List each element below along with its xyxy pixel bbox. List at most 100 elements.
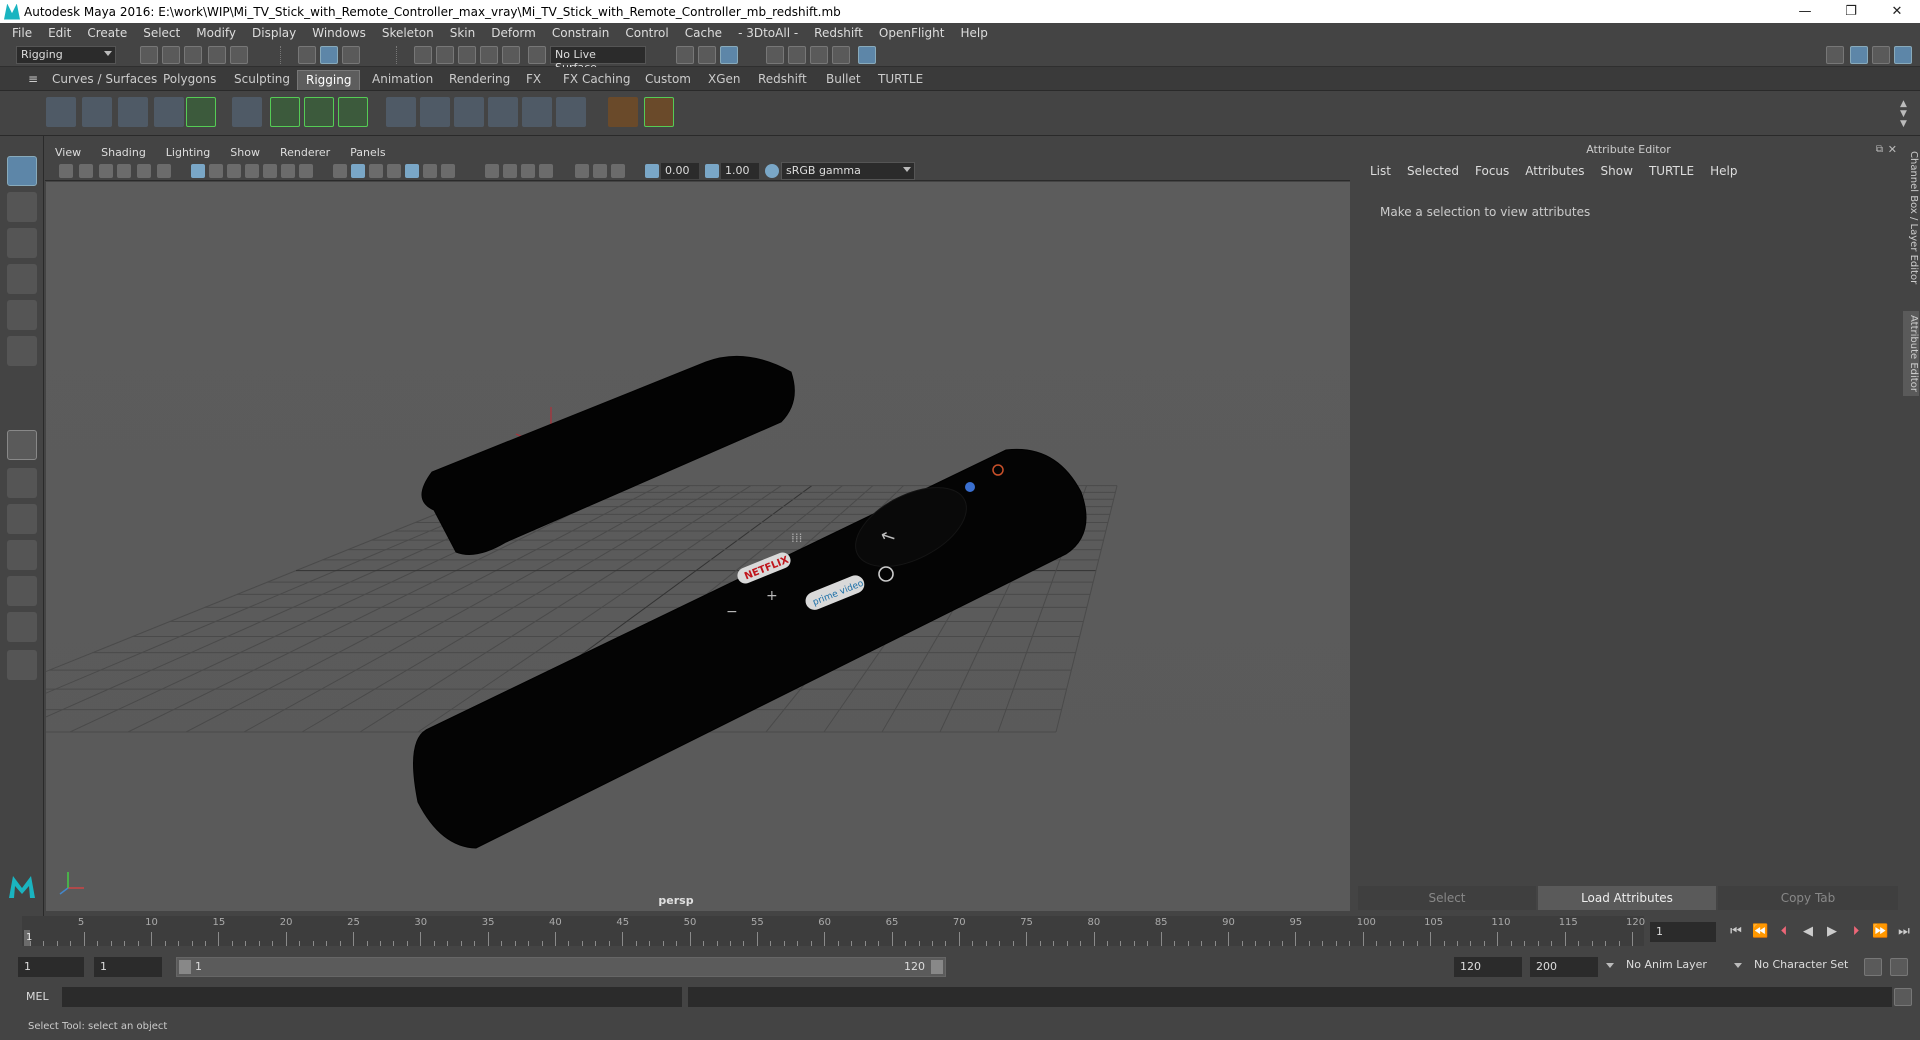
snap-point-icon[interactable]	[458, 46, 476, 64]
locator-icon[interactable]	[232, 97, 262, 127]
isolate-select-icon[interactable]	[539, 164, 553, 178]
close-button[interactable]: ✕	[1874, 0, 1920, 23]
go-to-start-icon[interactable]: ⏮	[1728, 924, 1744, 940]
lattice-icon[interactable]	[304, 97, 334, 127]
joint-tool-icon[interactable]	[46, 97, 76, 127]
lasso-tool-icon[interactable]	[7, 192, 37, 222]
command-language-label[interactable]: MEL	[26, 990, 49, 1003]
playback-start-field[interactable]: 1	[94, 957, 162, 977]
ik-handle-icon[interactable]	[82, 97, 112, 127]
step-forward-key-icon[interactable]: ⏵	[1848, 924, 1864, 940]
save-scene-icon[interactable]	[184, 46, 202, 64]
viewport-menu-view[interactable]: View	[45, 146, 91, 159]
ik-spline-icon[interactable]	[118, 97, 148, 127]
minimize-button[interactable]: —	[1782, 0, 1828, 23]
animation-start-field[interactable]: 1	[18, 957, 84, 977]
gamma-icon[interactable]	[705, 164, 719, 178]
screen-space-ao-icon[interactable]	[441, 164, 455, 178]
color-management-icon[interactable]	[765, 164, 779, 178]
menu-cache[interactable]: Cache	[677, 26, 730, 40]
motion-blur-icon[interactable]	[485, 164, 499, 178]
tab-xgen[interactable]: XGen	[700, 70, 749, 90]
menu-openflight[interactable]: OpenFlight	[871, 26, 953, 40]
load-attributes-button[interactable]: Load Attributes	[1538, 886, 1716, 910]
snap-view-plane-icon[interactable]	[480, 46, 498, 64]
attr-menu-list[interactable]: List	[1362, 164, 1399, 178]
menu-edit[interactable]: Edit	[40, 26, 79, 40]
safe-title-icon[interactable]	[299, 164, 313, 178]
ipr-render-icon[interactable]	[810, 46, 828, 64]
use-all-lights-icon[interactable]	[405, 164, 419, 178]
close-panel-icon[interactable]: ✕	[1888, 143, 1897, 156]
render-settings-icon[interactable]	[832, 46, 850, 64]
four-view-layout-icon[interactable]	[7, 468, 37, 498]
step-back-key-icon[interactable]: ⏴	[1776, 924, 1792, 940]
copy-weights-icon[interactable]	[522, 97, 552, 127]
resolution-gate-icon[interactable]	[227, 164, 241, 178]
menuset-dropdown[interactable]: Rigging	[16, 46, 116, 64]
single-perspective-layout-icon[interactable]	[7, 430, 37, 460]
tab-sculpting[interactable]: Sculpting	[226, 70, 298, 90]
move-tool-icon[interactable]	[7, 264, 37, 294]
render-view-icon[interactable]	[766, 46, 784, 64]
channel-box-side-tab[interactable]: Channel Box / Layer Editor	[1903, 151, 1919, 284]
menu-select[interactable]: Select	[135, 26, 188, 40]
gamma-field[interactable]: 1.00	[721, 163, 759, 179]
film-gate-icon[interactable]	[209, 164, 223, 178]
select-object-icon[interactable]	[320, 46, 338, 64]
xray-joints-icon[interactable]	[611, 164, 625, 178]
attr-menu-help[interactable]: Help	[1702, 164, 1745, 178]
xray-active-icon[interactable]	[593, 164, 607, 178]
attr-menu-focus[interactable]: Focus	[1467, 164, 1517, 178]
play-forwards-icon[interactable]: ▶	[1824, 924, 1840, 940]
tab-turtle[interactable]: TURTLE	[870, 70, 931, 90]
persp-outliner-layout-icon[interactable]	[7, 504, 37, 534]
attr-menu-selected[interactable]: Selected	[1399, 164, 1467, 178]
attr-menu-attributes[interactable]: Attributes	[1517, 164, 1592, 178]
range-slider[interactable]: 1 120	[176, 957, 946, 977]
snap-surface-icon[interactable]	[502, 46, 520, 64]
menu-windows[interactable]: Windows	[304, 26, 374, 40]
safe-action-icon[interactable]	[281, 164, 295, 178]
bookmark-icon[interactable]	[99, 164, 113, 178]
input-ops-icon[interactable]	[676, 46, 694, 64]
attribute-editor-toggle-icon[interactable]	[1850, 46, 1868, 64]
grease-pencil-icon[interactable]	[157, 164, 171, 178]
wireframe-icon[interactable]	[333, 164, 347, 178]
select-tool-icon[interactable]	[7, 156, 37, 186]
field-chart-icon[interactable]	[263, 164, 277, 178]
scale-tool-icon[interactable]	[7, 336, 37, 366]
persp-graph-layout-icon[interactable]	[7, 540, 37, 570]
modeling-toolkit-icon[interactable]	[1826, 46, 1844, 64]
tab-curves-surfaces[interactable]: Curves / Surfaces	[44, 70, 165, 90]
cluster-icon[interactable]	[270, 97, 300, 127]
animation-end-field[interactable]: 200	[1530, 957, 1598, 977]
menu-skin[interactable]: Skin	[442, 26, 484, 40]
bind-skin-icon[interactable]	[386, 97, 416, 127]
tab-polygons[interactable]: Polygons	[155, 70, 224, 90]
wrap-icon[interactable]	[338, 97, 368, 127]
select-component-icon[interactable]	[342, 46, 360, 64]
point-constraint-icon[interactable]	[608, 97, 638, 127]
menu-file[interactable]: File	[4, 26, 40, 40]
undo-icon[interactable]	[208, 46, 226, 64]
tab-fx[interactable]: FX	[518, 70, 549, 90]
range-end-handle[interactable]	[931, 960, 943, 974]
viewport-menu-panels[interactable]: Panels	[340, 146, 395, 159]
menu-create[interactable]: Create	[79, 26, 135, 40]
attr-menu-turtle[interactable]: TURTLE	[1641, 164, 1702, 178]
tab-redshift[interactable]: Redshift	[750, 70, 815, 90]
step-forward-frame-icon[interactable]: ⏩	[1872, 924, 1888, 940]
viewport-3d[interactable]: ↖ ⁞⁞⁞ NETFLIX prime video + − persp	[46, 182, 1350, 911]
time-slider[interactable]: 5 10 15 20 25 30 35 40 45 50 55 60 65 70 75 80 85 90 95 100…	[22, 916, 1645, 946]
tab-rigging[interactable]: Rigging	[297, 70, 361, 90]
snap-curve-icon[interactable]	[436, 46, 454, 64]
tab-fx-caching[interactable]: FX Caching	[555, 70, 638, 90]
prune-weights-icon[interactable]	[556, 97, 586, 127]
tab-custom[interactable]: Custom	[637, 70, 699, 90]
menu-redshift[interactable]: Redshift	[806, 26, 871, 40]
animation-preferences-icon[interactable]	[1890, 958, 1908, 976]
tab-animation[interactable]: Animation	[364, 70, 441, 90]
construction-history-icon[interactable]	[720, 46, 738, 64]
paint-select-tool-icon[interactable]	[7, 228, 37, 258]
